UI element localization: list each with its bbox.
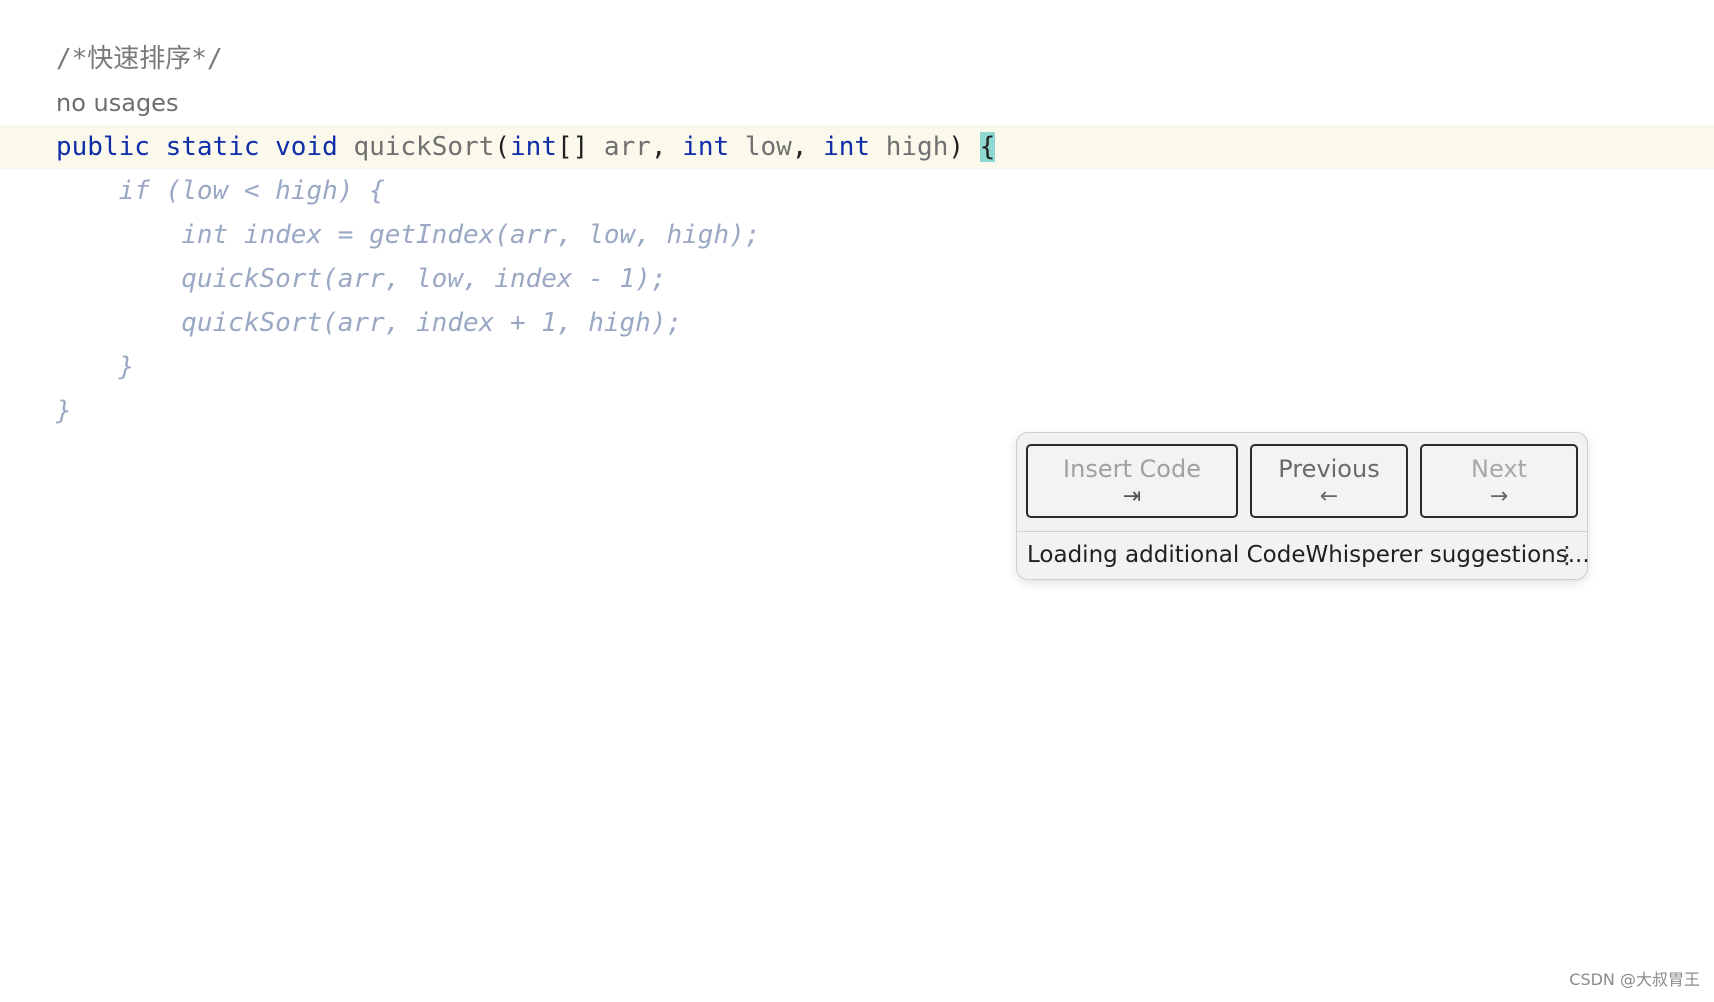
code-line-comment: /*快速排序*/ bbox=[0, 37, 1714, 81]
usages-hint[interactable]: no usages bbox=[56, 81, 178, 125]
array-brackets: [] bbox=[556, 132, 589, 162]
codewhisperer-popup: Insert Code ⇥ Previous ← Next → Loading … bbox=[1016, 432, 1590, 580]
comma: , bbox=[791, 132, 808, 162]
param-low: low bbox=[744, 132, 792, 162]
ghost-code-text: } bbox=[56, 352, 135, 382]
more-options-icon[interactable]: ⋮ bbox=[1555, 535, 1579, 575]
paren-open: ( bbox=[494, 132, 510, 162]
arrow-right-icon: → bbox=[1489, 484, 1509, 509]
type-int-high: int bbox=[823, 132, 871, 162]
suggestion-line: if (low < high) { bbox=[0, 169, 1714, 213]
ghost-code-text: quickSort(arr, low, index - 1); bbox=[56, 264, 667, 294]
param-arr: arr bbox=[603, 132, 651, 162]
param-high: high bbox=[885, 132, 949, 162]
type-int-low: int bbox=[682, 132, 730, 162]
keyword-static: static bbox=[165, 132, 260, 162]
insert-code-label: Insert Code bbox=[1063, 455, 1201, 483]
keyword-void: void bbox=[275, 132, 338, 162]
previous-label: Previous bbox=[1278, 455, 1380, 483]
comma: , bbox=[650, 132, 667, 162]
loading-status-text: Loading additional CodeWhisperer suggest… bbox=[1027, 542, 1590, 568]
tab-key-icon: ⇥ bbox=[1122, 484, 1142, 509]
insert-code-button[interactable]: Insert Code ⇥ bbox=[1026, 444, 1238, 518]
method-signature: public static void quickSort(int[] arr, … bbox=[56, 125, 996, 169]
ghost-code-text: } bbox=[56, 396, 72, 426]
type-int-array: int bbox=[509, 132, 557, 162]
ghost-code-text: if (low < high) { bbox=[56, 176, 385, 206]
paren-close: ) bbox=[948, 132, 965, 162]
comment-text: /*快速排序*/ bbox=[56, 44, 223, 74]
open-brace-caret: { bbox=[979, 132, 996, 162]
ghost-code-text: quickSort(arr, index + 1, high); bbox=[56, 308, 683, 338]
arrow-left-icon: ← bbox=[1319, 484, 1339, 509]
ghost-code-text: int index = getIndex(arr, low, high); bbox=[56, 220, 761, 250]
next-button[interactable]: Next → bbox=[1420, 444, 1578, 518]
suggestion-line: } bbox=[0, 389, 1714, 433]
suggestion-line: int index = getIndex(arr, low, high); bbox=[0, 213, 1714, 257]
suggestion-line: quickSort(arr, index + 1, high); bbox=[0, 301, 1714, 345]
watermark: CSDN @大叔胃王 bbox=[1569, 970, 1700, 989]
method-name: quickSort bbox=[353, 132, 495, 162]
code-line-signature[interactable]: public static void quickSort(int[] arr, … bbox=[0, 125, 1714, 169]
next-label: Next bbox=[1471, 455, 1527, 483]
popup-divider bbox=[1017, 531, 1587, 532]
keyword-public: public bbox=[56, 132, 150, 162]
suggestion-line: quickSort(arr, low, index - 1); bbox=[0, 257, 1714, 301]
previous-button[interactable]: Previous ← bbox=[1250, 444, 1408, 518]
suggestion-line: } bbox=[0, 345, 1714, 389]
